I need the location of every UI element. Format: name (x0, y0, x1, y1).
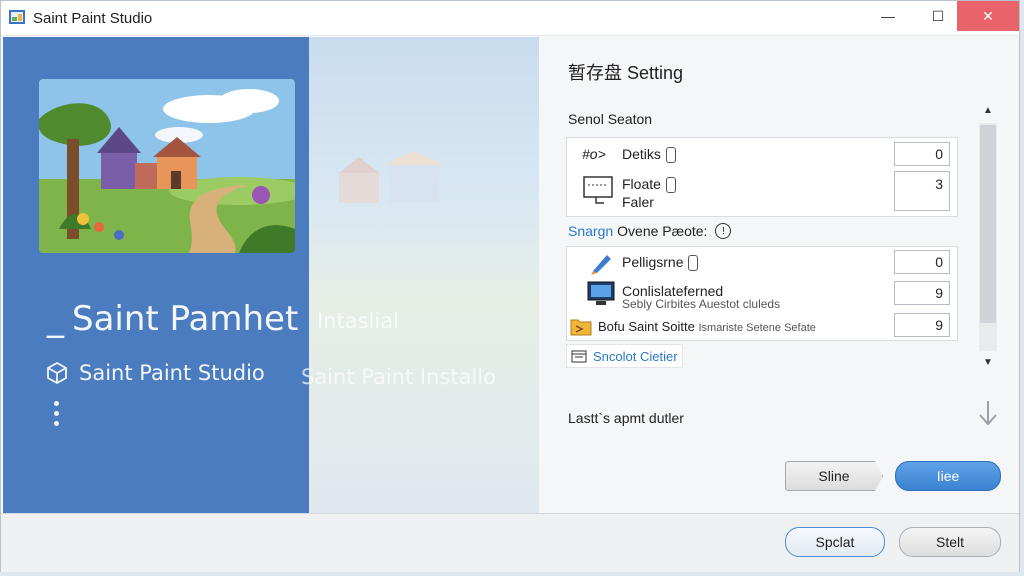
window-title: Saint Paint Studio (33, 10, 153, 27)
toggle-icon[interactable] (688, 255, 699, 272)
computer-icon (587, 281, 615, 305)
scroll-up-icon[interactable]: ▲ (982, 105, 994, 119)
setting-label-pelligsrne: Pelligsrne (622, 254, 699, 272)
hero-background (309, 37, 539, 513)
village-artwork (39, 79, 295, 253)
hero-title-prefix: _ (47, 299, 64, 339)
section-title: Senol Seaton (568, 111, 653, 127)
section2-heading: Snargn Ovene Pæote: ! (568, 223, 732, 239)
setting-value-pelligsrne[interactable]: 0 (894, 250, 950, 274)
setting-label-floate: Floate (622, 176, 676, 194)
toggle-icon[interactable] (665, 147, 676, 164)
primary-button[interactable]: Iiee (895, 461, 1001, 491)
section2-accent: Snargn (568, 223, 614, 239)
minimize-button[interactable]: — (865, 1, 911, 31)
setting-value-bofu[interactable]: 9 (894, 313, 950, 337)
arrow-down-icon[interactable] (977, 399, 999, 427)
setting-label-detiks: Detiks (622, 146, 676, 164)
maximize-button[interactable]: ☐ (915, 1, 961, 31)
footer-cancel-button[interactable]: Stelt (899, 527, 1001, 557)
status-line: Lastt`s apmt dutler (568, 410, 684, 426)
brush-icon: #o> (582, 146, 606, 162)
info-icon[interactable]: ! (715, 223, 732, 239)
hero-ghost-title: Intaslial (317, 309, 399, 333)
folder-icon (570, 319, 592, 336)
setting-value-conlislateferned[interactable]: 9 (894, 281, 950, 305)
pencil-icon (591, 255, 611, 275)
setting-label-bofu: Bofu Saint Soitte Ismariste Setene Sefat… (598, 319, 816, 334)
scroll-down-icon[interactable]: ▼ (982, 357, 994, 371)
setting-value-floate[interactable]: 3 (894, 171, 950, 211)
monitor-icon (583, 176, 613, 204)
setting-detail-2: Sebly Cirbites Auestot cluleds (622, 297, 781, 311)
footer-secondary-button[interactable]: Spclat (785, 527, 885, 557)
more-options-icon[interactable] (54, 401, 59, 426)
cube-icon (47, 361, 67, 385)
skip-button[interactable]: Sline (785, 461, 883, 491)
setting-sublabel-faler: Faler (622, 194, 654, 210)
hero-subtitle-text: Saint Paint Studio (79, 361, 265, 385)
close-button[interactable]: ✕ (957, 1, 1019, 31)
hero-title-text: Saint Pamhet (72, 299, 299, 339)
folder-link-text[interactable]: Sncolot Cietier (593, 349, 678, 364)
folder-link[interactable]: Sncolot Cietier (566, 344, 683, 368)
scrollbar-thumb[interactable] (980, 125, 996, 323)
section2-label: Ovene Pæote: (617, 223, 708, 239)
setting-value-detiks[interactable]: 0 (894, 142, 950, 166)
app-icon (9, 10, 25, 24)
title-bar: Saint Paint Studio — ☐ ✕ (1, 1, 1019, 36)
calendar-icon (571, 350, 587, 363)
installer-window: Saint Paint Studio — ☐ ✕ Intaslial Saint… (0, 0, 1020, 572)
hero-ghost-subtitle: Saint Paint Installo (301, 365, 496, 389)
settings-title: 暂存盘 Setting (568, 63, 684, 83)
faded-village-illustration (339, 151, 443, 203)
toggle-icon[interactable] (665, 177, 676, 194)
hero-title: _ Saint Pamhet (47, 299, 298, 339)
hero-subtitle: Saint Paint Studio (45, 361, 265, 385)
